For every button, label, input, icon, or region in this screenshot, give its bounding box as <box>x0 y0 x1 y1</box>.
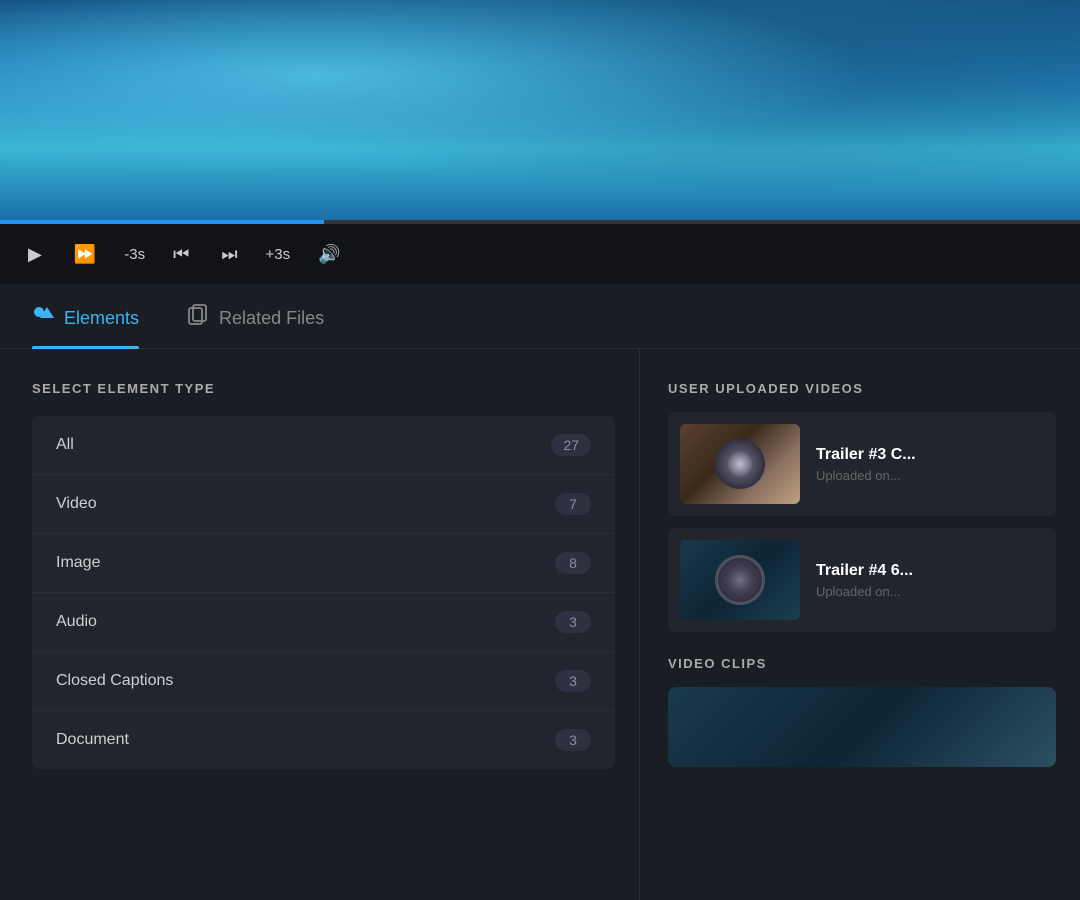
element-item-document[interactable]: Document 3 <box>32 711 615 769</box>
select-element-type-title: SELECT ELEMENT TYPE <box>32 381 615 396</box>
tab-elements[interactable]: Elements <box>32 304 139 348</box>
element-badge-closed-captions: 3 <box>555 670 591 692</box>
element-badge-document: 3 <box>555 729 591 751</box>
video-preview <box>0 0 1080 220</box>
video-title-trailer3: Trailer #3 C... <box>816 446 1044 464</box>
video-card-trailer3[interactable]: Trailer #3 C... Uploaded on... <box>668 412 1056 516</box>
video-thumb-trailer3 <box>680 424 800 504</box>
element-item-image[interactable]: Image 8 <box>32 534 615 593</box>
tabs-row: Elements Related Files <box>0 284 1080 349</box>
element-label-all: All <box>56 436 74 454</box>
element-badge-image: 8 <box>555 552 591 574</box>
element-item-all[interactable]: All 27 <box>32 416 615 475</box>
tab-related-files-label: Related Files <box>219 308 324 329</box>
element-label-audio: Audio <box>56 613 97 631</box>
elements-icon <box>32 304 54 332</box>
volume-button[interactable]: 🔊 <box>314 240 344 269</box>
progress-fill <box>0 220 324 224</box>
play-button[interactable]: ▶ <box>24 240 46 269</box>
next-button[interactable]: ⏭ <box>217 240 241 269</box>
skip-fwd-label: +3s <box>266 246 291 263</box>
element-label-image: Image <box>56 554 100 572</box>
fast-forward-button[interactable]: ⏩ <box>70 240 100 269</box>
prev-button[interactable]: ⏮ <box>169 240 193 269</box>
video-info-trailer4: Trailer #4 6... Uploaded on... <box>816 562 1044 599</box>
element-badge-video: 7 <box>555 493 591 515</box>
video-thumb-trailer4 <box>680 540 800 620</box>
element-badge-all: 27 <box>551 434 591 456</box>
main-content: SELECT ELEMENT TYPE All 27 Video 7 Image… <box>0 349 1080 900</box>
video-info-trailer3: Trailer #3 C... Uploaded on... <box>816 446 1044 483</box>
clip-thumb-bg <box>668 687 1056 767</box>
related-files-icon <box>187 304 209 332</box>
video-sub-trailer4: Uploaded on... <box>816 584 1044 599</box>
skip-back-label: -3s <box>124 246 145 263</box>
video-title-trailer4: Trailer #4 6... <box>816 562 1044 580</box>
video-sub-trailer3: Uploaded on... <box>816 468 1044 483</box>
element-label-document: Document <box>56 731 129 749</box>
progress-bar[interactable] <box>0 220 1080 224</box>
video-card-trailer4[interactable]: Trailer #4 6... Uploaded on... <box>668 528 1056 632</box>
element-item-video[interactable]: Video 7 <box>32 475 615 534</box>
element-label-closed-captions: Closed Captions <box>56 672 173 690</box>
controls-bar: ▶ ⏩ -3s ⏮ ⏭ +3s 🔊 <box>0 224 1080 284</box>
left-panel: SELECT ELEMENT TYPE All 27 Video 7 Image… <box>0 349 640 900</box>
tab-elements-label: Elements <box>64 308 139 329</box>
element-type-list: All 27 Video 7 Image 8 Audio 3 Closed Ca… <box>32 416 615 769</box>
video-clips-section: VIDEO CLIPS <box>668 656 1056 767</box>
clip-card-1[interactable] <box>668 687 1056 767</box>
right-panel: USER UPLOADED VIDEOS Trailer #3 C... Upl… <box>640 349 1080 900</box>
element-badge-audio: 3 <box>555 611 591 633</box>
element-item-audio[interactable]: Audio 3 <box>32 593 615 652</box>
user-videos-title: USER UPLOADED VIDEOS <box>668 381 1056 396</box>
element-item-closed-captions[interactable]: Closed Captions 3 <box>32 652 615 711</box>
element-label-video: Video <box>56 495 97 513</box>
video-clips-title: VIDEO CLIPS <box>668 656 1056 671</box>
tab-related-files[interactable]: Related Files <box>187 304 324 348</box>
